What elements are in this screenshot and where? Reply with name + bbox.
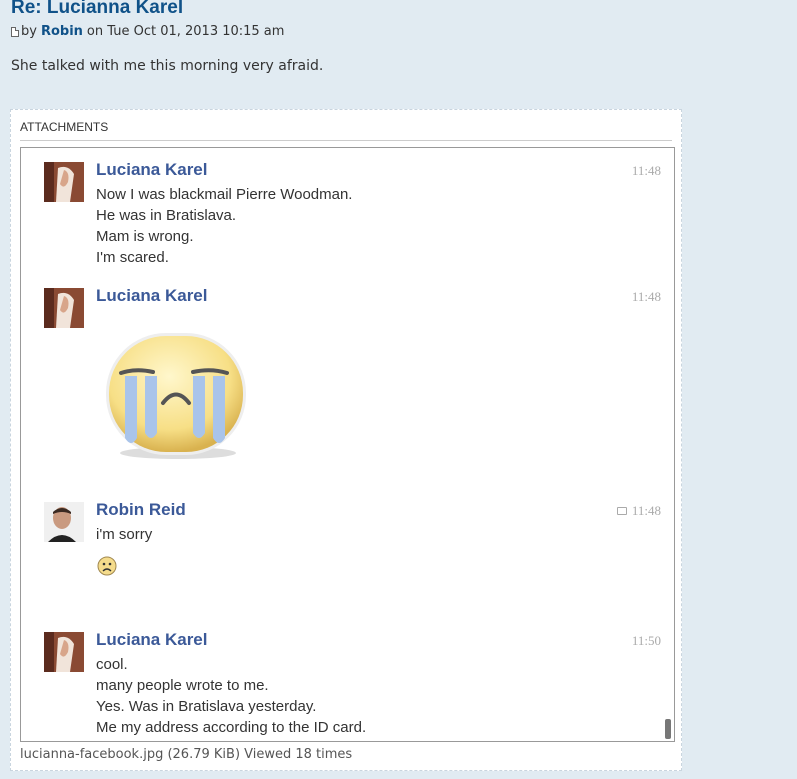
attachment-box: ATTACHMENTS Luciana Karel 11:48 Now I wa… — [10, 109, 682, 771]
post-author-line: by Robin on Tue Oct 01, 2013 10:15 am — [11, 24, 284, 39]
post-date: on Tue Oct 01, 2013 10:15 am — [86, 24, 285, 39]
attachments-divider — [20, 140, 672, 141]
scrollbar-thumb[interactable] — [665, 719, 671, 739]
post-icon[interactable] — [11, 26, 19, 37]
avatar — [44, 632, 84, 672]
message-time: 11:48 — [631, 289, 661, 304]
reply-icon — [616, 507, 627, 515]
sender-name[interactable]: Luciana Karel — [96, 160, 208, 180]
avatar — [44, 502, 84, 542]
message-text: cool. many people wrote to me. Yes. Was … — [96, 656, 367, 736]
message-time: 11:48 — [631, 163, 661, 178]
message-time: 11:50 — [631, 633, 661, 648]
chat-message: Luciana Karel 11:48 Now I was blackmail … — [21, 160, 661, 270]
message-text: Now I was blackmail Pierre Woodman. He w… — [96, 186, 353, 266]
chat-message: Luciana Karel 11:48 — [21, 286, 661, 476]
frown-emoticon — [97, 556, 117, 576]
attachment-caption: lucianna-facebook.jpg (26.79 KiB) Viewed… — [20, 747, 353, 762]
crying-face-sticker — [101, 328, 251, 463]
attached-screenshot[interactable]: Luciana Karel 11:48 Now I was blackmail … — [20, 147, 675, 742]
avatar — [44, 162, 84, 202]
message-text: i'm sorry — [96, 526, 153, 543]
avatar — [44, 288, 84, 328]
author-link[interactable]: Robin — [41, 24, 83, 39]
message-time: 11:48 — [616, 503, 661, 519]
chat-message: Robin Reid 11:48 i'm sorry — [21, 500, 661, 600]
sender-name[interactable]: Luciana Karel — [96, 630, 208, 650]
sender-name[interactable]: Luciana Karel — [96, 286, 208, 306]
chat-message: Luciana Karel 11:50 cool. many people wr… — [21, 630, 661, 740]
post-title[interactable]: Re: Lucianna Karel — [11, 0, 183, 19]
sender-name[interactable]: Robin Reid — [96, 500, 186, 520]
post-body: She talked with me this morning very afr… — [11, 58, 324, 74]
attachments-header: ATTACHMENTS — [20, 120, 109, 134]
by-label: by — [21, 24, 37, 39]
